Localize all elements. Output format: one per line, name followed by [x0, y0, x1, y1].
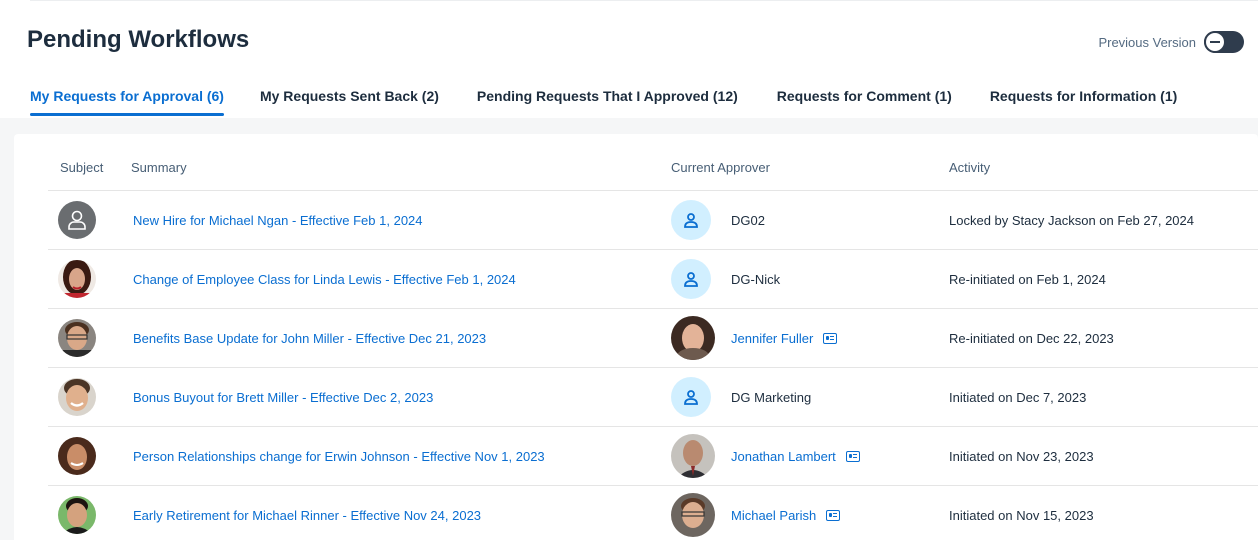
subject-avatar — [58, 378, 96, 416]
summary-link[interactable]: Bonus Buyout for Brett Miller - Effectiv… — [133, 390, 433, 405]
group-icon — [671, 200, 711, 240]
top-divider — [30, 0, 1258, 1]
table-row[interactable]: Early Retirement for Michael Rinner - Ef… — [48, 485, 1258, 544]
tab-requests-for-comment[interactable]: Requests for Comment (1) — [777, 78, 952, 116]
previous-version-label: Previous Version — [1098, 34, 1196, 50]
approver-name: DG Marketing — [731, 389, 812, 405]
subject-avatar — [58, 437, 96, 475]
page-title: Pending Workflows — [27, 26, 250, 53]
toggle-off-icon — [1204, 31, 1226, 53]
summary-link[interactable]: New Hire for Michael Ngan - Effective Fe… — [133, 213, 423, 228]
subject-avatar — [58, 319, 96, 357]
table-row[interactable]: Person Relationships change for Erwin Jo… — [48, 426, 1258, 485]
previous-version-toggle[interactable] — [1204, 31, 1244, 53]
tab-my-requests-for-approval[interactable]: My Requests for Approval (6) — [30, 78, 224, 116]
approver-name-link[interactable]: Jonathan Lambert — [731, 449, 836, 464]
table-row[interactable]: Bonus Buyout for Brett Miller - Effectiv… — [48, 367, 1258, 426]
business-card-icon[interactable] — [826, 509, 841, 521]
approver-avatar — [671, 316, 715, 360]
previous-version-control[interactable]: Previous Version — [1098, 30, 1244, 54]
group-icon — [671, 377, 711, 417]
group-icon — [671, 259, 711, 299]
tab-my-requests-sent-back[interactable]: My Requests Sent Back (2) — [260, 78, 439, 116]
summary-link[interactable]: Early Retirement for Michael Rinner - Ef… — [133, 508, 481, 523]
table-row[interactable]: New Hire for Michael Ngan - Effective Fe… — [48, 190, 1258, 249]
summary-link[interactable]: Change of Employee Class for Linda Lewis… — [133, 272, 516, 287]
approver-avatar — [671, 434, 715, 478]
approver-name: DG02 — [731, 212, 765, 228]
business-card-icon[interactable] — [823, 332, 838, 344]
approver-name: DG-Nick — [731, 271, 781, 287]
column-summary: Summary — [131, 160, 187, 175]
generic-person-icon — [58, 201, 96, 239]
tab-pending-requests-approved[interactable]: Pending Requests That I Approved (12) — [477, 78, 738, 116]
subject-avatar — [58, 260, 96, 298]
workflow-tabs: My Requests for Approval (6) My Requests… — [30, 78, 1258, 118]
approver-name-link[interactable]: Michael Parish — [731, 508, 816, 523]
column-activity: Activity — [949, 160, 991, 175]
activity-text: Locked by Stacy Jackson on Feb 27, 2024 — [949, 212, 1194, 228]
summary-link[interactable]: Person Relationships change for Erwin Jo… — [133, 449, 545, 464]
activity-text: Initiated on Nov 15, 2023 — [949, 507, 1094, 523]
approver-name-link[interactable]: Jennifer Fuller — [731, 331, 813, 346]
subject-avatar — [58, 496, 96, 534]
approver-avatar — [671, 493, 715, 537]
table-row[interactable]: Change of Employee Class for Linda Lewis… — [48, 249, 1258, 308]
activity-text: Initiated on Nov 23, 2023 — [949, 448, 1094, 464]
column-current-approver: Current Approver — [671, 160, 770, 175]
activity-text: Initiated on Dec 7, 2023 — [949, 389, 1087, 405]
business-card-icon[interactable] — [845, 450, 860, 462]
workflow-table: Subject Summary Current Approver Activit… — [14, 134, 1258, 554]
tab-requests-for-information[interactable]: Requests for Information (1) — [990, 78, 1177, 116]
column-subject: Subject — [60, 160, 104, 175]
summary-link[interactable]: Benefits Base Update for John Miller - E… — [133, 331, 486, 346]
activity-text: Re-initiated on Dec 22, 2023 — [949, 330, 1114, 346]
activity-text: Re-initiated on Feb 1, 2024 — [949, 271, 1106, 287]
table-row[interactable]: Benefits Base Update for John Miller - E… — [48, 308, 1258, 367]
page-header: Pending Workflows Previous Version My Re… — [0, 0, 1258, 118]
